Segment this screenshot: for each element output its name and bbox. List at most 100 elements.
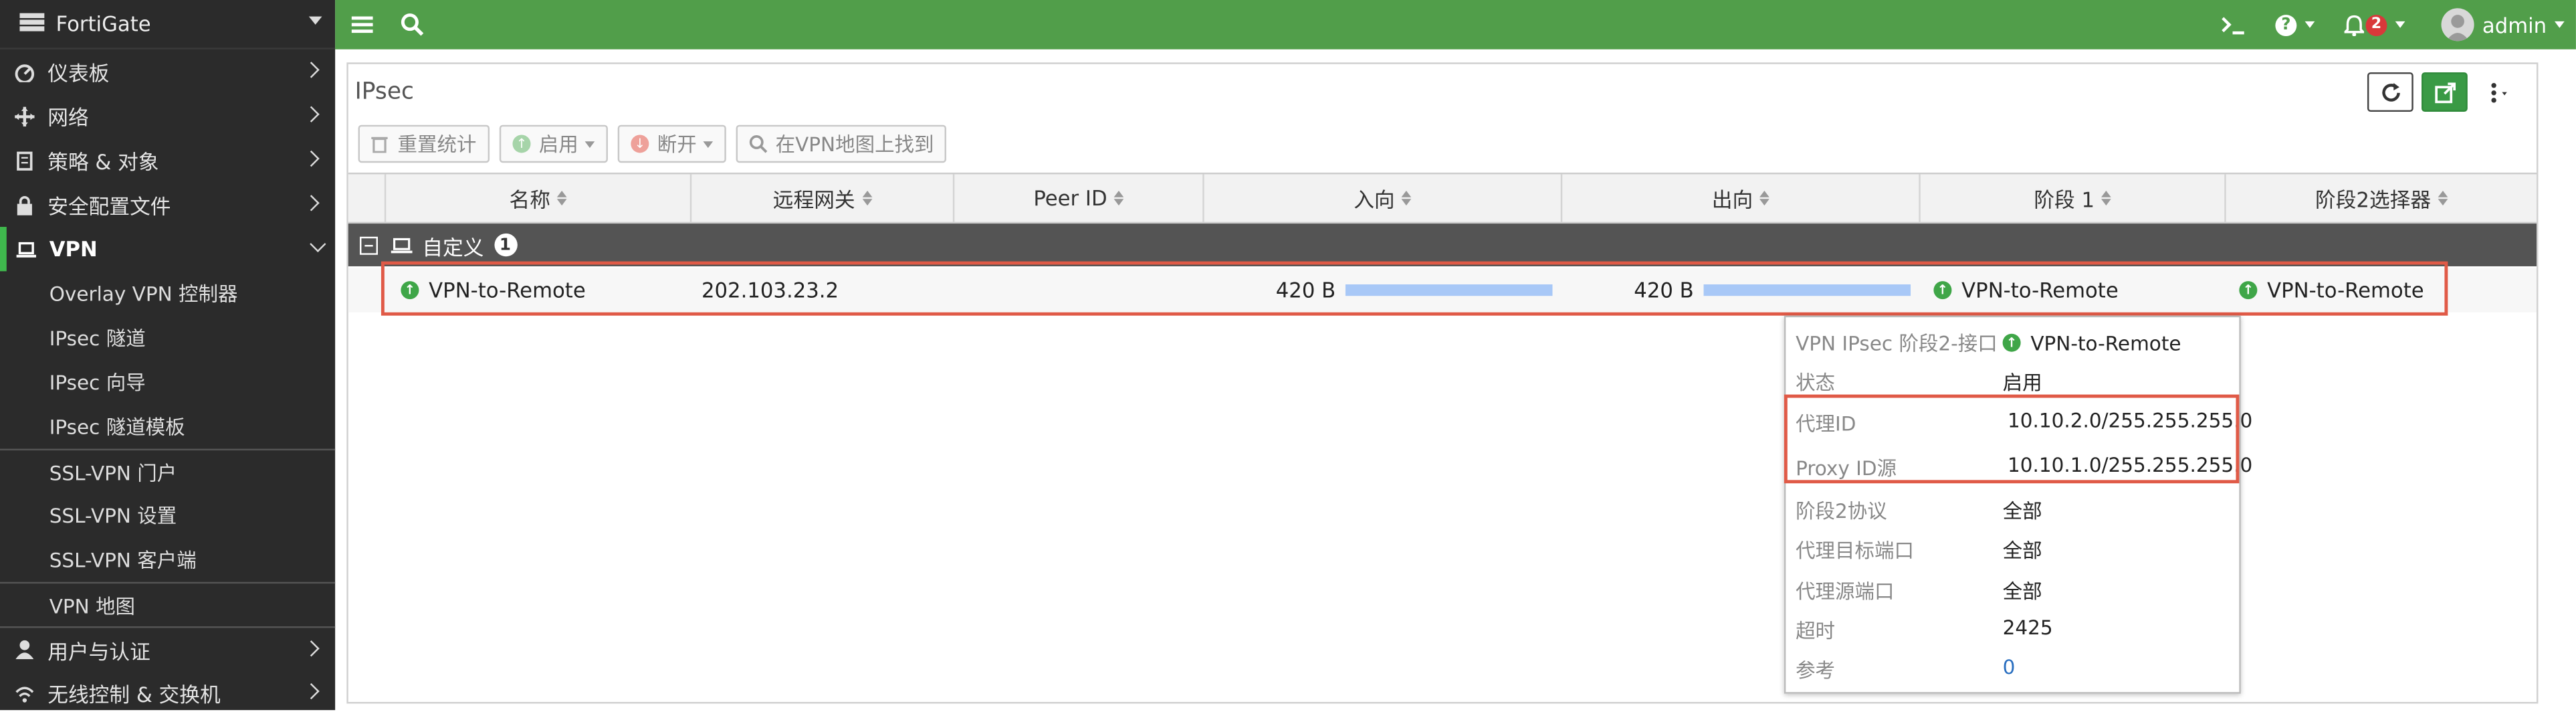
tooltip-key: 代理目标端口 — [1796, 539, 1914, 563]
laptop-icon — [15, 238, 36, 260]
page-title: IPsec — [354, 78, 414, 106]
row-select-cell — [348, 268, 387, 312]
tunnel-table: 名称 远程网关 Peer ID 入向 出向 阶段 1 阶段2选择器 自定义 1 … — [348, 172, 2537, 313]
sidebar-item-label: 用户与认证 — [47, 638, 150, 664]
top-bar: ? 2 admin — [335, 0, 2576, 50]
tooltip-value: 全部 — [2002, 539, 2042, 563]
sidebar-subitem-ssl-vpn-settings[interactable]: SSL-VPN 设置 — [0, 493, 335, 537]
sort-icon — [2437, 190, 2448, 206]
reset-stats-button[interactable]: 重置统计 — [358, 124, 490, 163]
proxy-id-highlight-box — [1784, 394, 2240, 484]
notifications-menu[interactable]: 2 — [2344, 0, 2405, 50]
header-phase1[interactable]: 阶段 1 — [1921, 174, 2226, 222]
sort-icon — [1113, 190, 1124, 206]
collapse-icon[interactable] — [359, 236, 379, 254]
sidebar-item-network[interactable]: 网络 — [0, 94, 335, 138]
tooltip-key: 参考 — [1796, 659, 1836, 683]
help-menu[interactable]: ? — [2275, 0, 2315, 50]
tooltip-key: 阶段2协议 — [1796, 499, 1887, 523]
tooltip-value: 启用 — [2002, 371, 2042, 395]
hamburger-menu-icon[interactable] — [351, 0, 373, 50]
sidebar-subitem-ssl-vpn-clients[interactable]: SSL-VPN 客户端 — [0, 537, 335, 582]
sidebar-item-user-auth[interactable]: 用户与认证 — [0, 626, 336, 671]
tooltip-key: VPN IPsec 阶段2-接口 — [1796, 332, 1998, 355]
header-peer-id[interactable]: Peer ID — [954, 174, 1204, 222]
sort-icon — [1759, 190, 1769, 206]
sidebar-subitem-ssl-vpn-portals[interactable]: SSL-VPN 门户 — [0, 448, 336, 493]
tooltip-row: 阶段2协议 全部 — [1796, 497, 2042, 525]
user-menu[interactable]: admin — [2441, 0, 2565, 50]
sidebar-item-security-profiles[interactable]: 安全配置文件 — [0, 183, 335, 227]
sidebar-subitem-ipsec-tunnels[interactable]: IPsec 隧道 — [0, 316, 335, 360]
sidebar-subitem-overlay-vpn[interactable]: Overlay VPN 控制器 — [0, 271, 335, 315]
sidebar-subitem-ipsec-templates[interactable]: IPsec 隧道模板 — [0, 404, 335, 448]
header-label: 阶段 1 — [2034, 187, 2095, 212]
cli-console-icon[interactable] — [2221, 0, 2246, 50]
row-highlight-box — [381, 261, 2448, 316]
sidebar-subitem-vpn-map[interactable]: VPN 地图 — [0, 582, 336, 626]
wifi-icon — [13, 682, 35, 703]
tooltip-value: 全部 — [2002, 580, 2042, 604]
header-label: 名称 — [509, 187, 550, 212]
group-count-badge: 1 — [494, 233, 517, 257]
reference-count-link[interactable]: 0 — [2003, 656, 2016, 684]
sidebar-item-dashboard[interactable]: 仪表板 — [0, 50, 335, 94]
tooltip-value-text: VPN-to-Remote — [2030, 331, 2181, 355]
more-options-button[interactable] — [2477, 72, 2524, 112]
chevron-down-icon — [703, 141, 714, 147]
chevron-right-icon — [303, 62, 320, 78]
dashboard-icon — [13, 61, 35, 82]
tooltip-row: 代理目标端口 全部 — [1796, 536, 2042, 564]
sidebar-item-label: 安全配置文件 — [47, 193, 171, 219]
refresh-button[interactable] — [2367, 72, 2413, 112]
sidebar-item-label: 无线控制 & 交换机 — [47, 682, 221, 707]
tooltip-value: 2425 — [2002, 616, 2053, 640]
disconnect-button[interactable]: ↓ 断开 — [617, 124, 726, 163]
sidebar-item-label: 网络 — [47, 105, 89, 130]
header-phase2-selectors[interactable]: 阶段2选择器 — [2226, 174, 2537, 221]
fortigate-logo-icon — [19, 13, 45, 35]
brand-label: FortiGate — [56, 11, 151, 37]
kebab-menu-icon — [2491, 82, 2507, 102]
chevron-down-icon — [2304, 21, 2315, 28]
header-remote-gateway[interactable]: 远程网关 — [691, 174, 955, 222]
group-row-custom[interactable]: 自定义 1 — [348, 224, 2537, 266]
tooltip-value: ↑ VPN-to-Remote — [2002, 329, 2181, 357]
open-new-window-button[interactable] — [2422, 72, 2468, 112]
find-on-vpn-map-button[interactable]: 在VPN地图上找到 — [736, 124, 948, 163]
sort-icon — [861, 190, 872, 206]
help-icon: ? — [2275, 13, 2297, 35]
sidebar-item-label: 仪表板 — [47, 60, 110, 86]
sidebar-item-policy[interactable]: 策略 & 对象 — [0, 138, 335, 182]
chevron-down-icon — [2555, 21, 2565, 28]
header-select-column — [348, 174, 387, 222]
chevron-down-icon — [308, 16, 322, 25]
chevron-down-icon — [584, 141, 595, 147]
tooltip-key: 代理源端口 — [1796, 580, 1895, 604]
trash-icon — [371, 137, 388, 153]
sidebar-item-wireless[interactable]: 无线控制 & 交换机 — [0, 671, 335, 710]
enable-button[interactable]: ↑ 启用 — [499, 124, 609, 163]
chevron-right-icon — [303, 195, 320, 211]
sidebar-item-label: 策略 & 对象 — [47, 149, 159, 175]
bell-icon — [2344, 14, 2365, 35]
header-outgoing[interactable]: 出向 — [1562, 174, 1921, 222]
sidebar-item-vpn[interactable]: VPN — [0, 227, 335, 272]
avatar — [2441, 8, 2474, 41]
header-incoming[interactable]: 入向 — [1204, 174, 1563, 222]
header-label: 出向 — [1711, 187, 1753, 212]
search-icon — [749, 135, 768, 153]
chevron-down-icon — [310, 236, 326, 252]
tooltip-value: 全部 — [2002, 499, 2042, 523]
sort-icon — [2101, 190, 2111, 206]
tooltip-row: VPN IPsec 阶段2-接口 ↑ VPN-to-Remote — [1796, 329, 2181, 357]
header-name[interactable]: 名称 — [386, 174, 692, 222]
sidebar-subitem-ipsec-wizard[interactable]: IPsec 向导 — [0, 360, 335, 404]
sidebar-item-label: VPN — [49, 236, 98, 262]
search-icon[interactable] — [401, 0, 424, 50]
brand-menu[interactable]: FortiGate — [0, 0, 336, 50]
header-label: 阶段2选择器 — [2315, 187, 2432, 212]
toolbar: 重置统计 ↑ 启用 ↓ 断开 在VPN地图上找到 — [358, 124, 948, 163]
username-label: admin — [2482, 12, 2547, 37]
header-label: 入向 — [1354, 187, 1395, 212]
